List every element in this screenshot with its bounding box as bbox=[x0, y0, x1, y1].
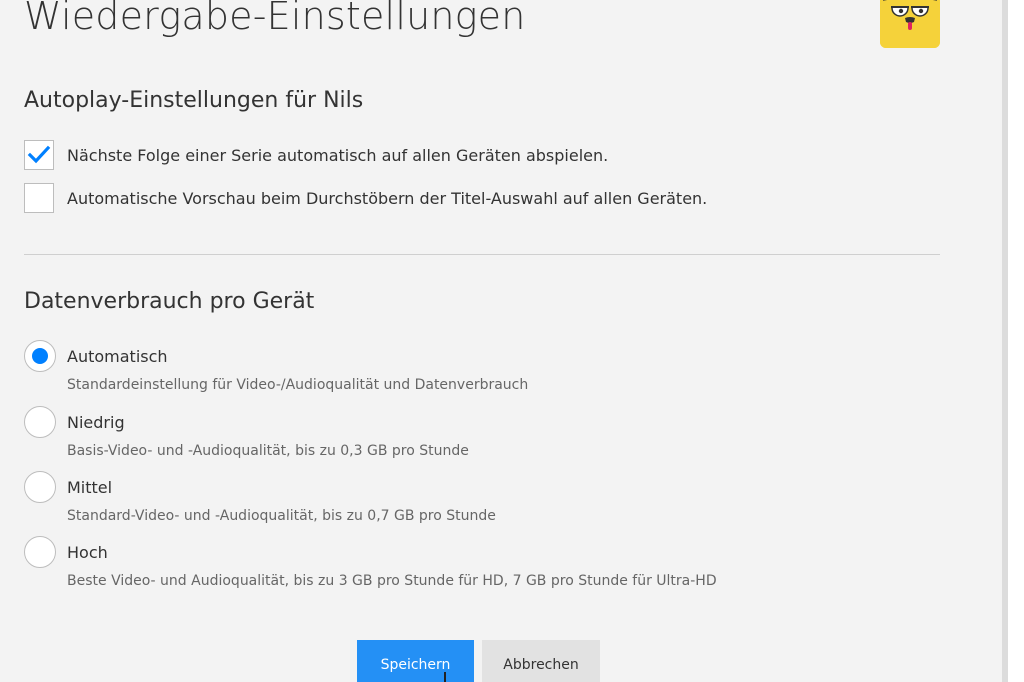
avatar-face-icon bbox=[880, 0, 940, 48]
profile-avatar bbox=[880, 0, 940, 48]
autoplay-previews-label[interactable]: Automatische Vorschau beim Durchstöbern … bbox=[67, 189, 707, 208]
data-usage-radio-high[interactable] bbox=[24, 536, 56, 568]
checkmark-icon bbox=[27, 145, 51, 164]
data-usage-section-title: Datenverbrauch pro Gerät bbox=[24, 289, 315, 314]
autoplay-next-episode-checkbox[interactable] bbox=[24, 140, 54, 170]
section-divider bbox=[24, 254, 940, 255]
radio-selected-dot bbox=[32, 348, 48, 364]
data-usage-radio-medium[interactable] bbox=[24, 471, 56, 503]
autoplay-section-title: Autoplay-Einstellungen für Nils bbox=[24, 88, 364, 113]
data-usage-radio-auto[interactable] bbox=[24, 340, 56, 372]
page-title: Wiedergabe-Einstellungen bbox=[24, 0, 526, 38]
playback-settings-page: Wiedergabe-Einstellungen Autoplay-Einste… bbox=[0, 0, 1024, 682]
data-usage-label-auto[interactable]: Automatisch bbox=[67, 347, 168, 366]
scrollbar[interactable] bbox=[1002, 0, 1024, 682]
save-button[interactable]: Speichern bbox=[357, 640, 474, 682]
data-usage-label-low[interactable]: Niedrig bbox=[67, 413, 125, 432]
data-usage-desc-auto: Standardeinstellung für Video-/Audioqual… bbox=[67, 377, 529, 393]
data-usage-label-high[interactable]: Hoch bbox=[67, 543, 108, 562]
autoplay-next-episode-label[interactable]: Nächste Folge einer Serie automatisch au… bbox=[67, 146, 608, 165]
cancel-button[interactable]: Abbrechen bbox=[482, 640, 600, 682]
data-usage-radio-low[interactable] bbox=[24, 406, 56, 438]
data-usage-desc-high: Beste Video- und Audioqualität, bis zu 3… bbox=[67, 573, 717, 589]
autoplay-previews-checkbox[interactable] bbox=[24, 183, 54, 213]
scrollbar-thumb[interactable] bbox=[1002, 0, 1008, 682]
data-usage-desc-low: Basis-Video- und -Audioqualität, bis zu … bbox=[67, 443, 469, 459]
mouse-cursor-icon bbox=[444, 672, 446, 682]
data-usage-desc-medium: Standard-Video- und -Audioqualität, bis … bbox=[67, 508, 496, 524]
data-usage-label-medium[interactable]: Mittel bbox=[67, 478, 112, 497]
